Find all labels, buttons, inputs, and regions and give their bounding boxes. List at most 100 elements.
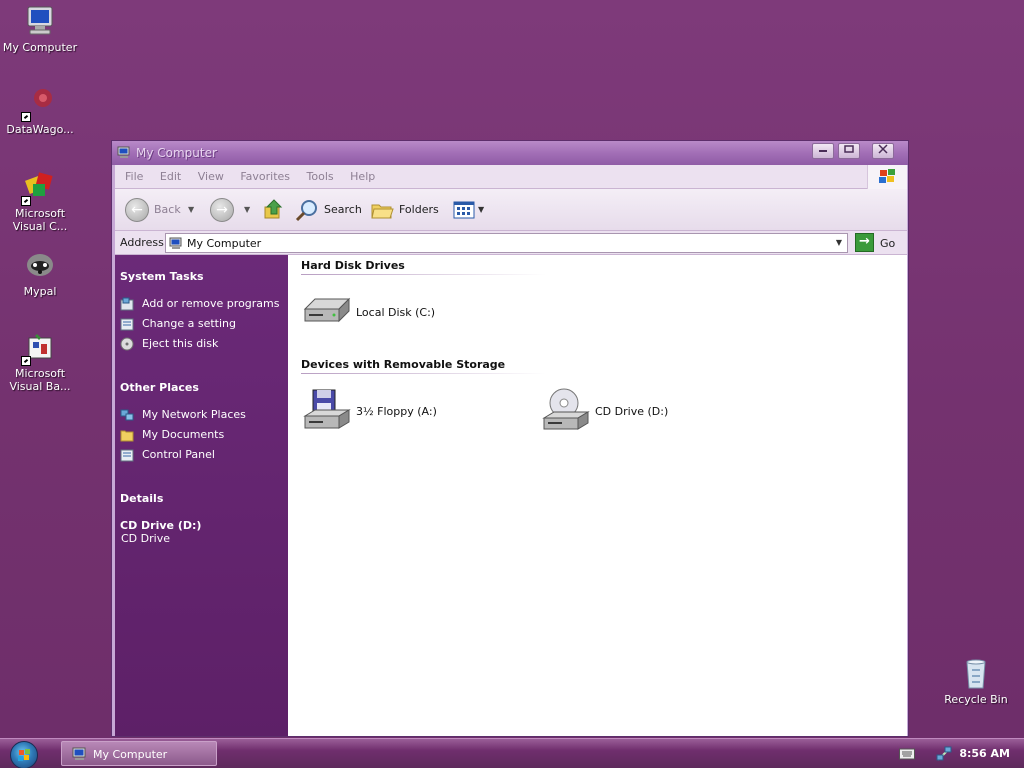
views-button[interactable]: ▼ <box>453 197 493 223</box>
forward-dropdown-icon[interactable]: ▼ <box>244 197 250 223</box>
maximize-button[interactable] <box>838 143 860 159</box>
drive-floppy-a[interactable]: 3½ Floppy (A:) <box>301 386 521 436</box>
menu-help[interactable]: Help <box>350 165 375 189</box>
visual-basic-icon <box>21 330 57 366</box>
windows-logo-icon <box>18 749 30 761</box>
desktop: My Computer DataWago... Microsoft Visual… <box>0 0 1024 738</box>
up-button[interactable] <box>263 197 289 223</box>
desktop-icon-label: Microsoft Visual C... <box>12 207 68 233</box>
cd-drive-icon <box>542 388 590 430</box>
menu-file[interactable]: File <box>125 165 143 189</box>
go-label: Go <box>880 237 896 250</box>
search-label: Search <box>324 203 362 216</box>
desktop-icon-label: DataWago... <box>6 123 74 136</box>
go-button[interactable]: → Go <box>855 233 905 253</box>
removable-section-title: Devices with Removable Storage <box>301 358 506 371</box>
desktop-icon-visual-c[interactable]: Microsoft Visual C... <box>0 170 80 233</box>
search-icon <box>295 200 317 222</box>
shortcut-arrow-icon <box>21 112 31 122</box>
datawagon-icon <box>21 86 57 122</box>
desktop-icon-datawagon[interactable]: DataWago... <box>0 86 80 136</box>
drive-cd-d[interactable]: CD Drive (D:) <box>540 386 760 436</box>
drive-label: CD Drive (D:) <box>595 405 669 418</box>
explorer-window: My Computer File Edit View Favorites Too… <box>111 140 909 737</box>
control-panel-icon <box>120 318 134 331</box>
menu-tools[interactable]: Tools <box>307 165 334 189</box>
eject-disk-icon <box>120 337 134 351</box>
network-places-icon <box>120 409 134 421</box>
desktop-icon-label: My Computer <box>2 41 78 54</box>
task-label: Change a setting <box>142 317 236 330</box>
place-label: Control Panel <box>142 448 215 461</box>
views-icon <box>453 201 475 219</box>
back-dropdown-icon[interactable]: ▼ <box>188 197 194 223</box>
address-dropdown-icon[interactable]: ▼ <box>833 237 845 249</box>
menu-edit[interactable]: Edit <box>160 165 181 189</box>
keyboard-icon[interactable] <box>899 748 915 760</box>
search-button[interactable]: Search <box>295 197 365 223</box>
shortcut-arrow-icon <box>21 356 31 366</box>
other-places-title[interactable]: Other Places <box>120 381 199 394</box>
content-area: Hard Disk Drives Local Disk (C:) Devices… <box>288 255 907 736</box>
details-title[interactable]: Details <box>120 492 163 505</box>
folders-icon <box>371 204 394 219</box>
menu-bar: File Edit View Favorites Tools Help <box>115 165 907 189</box>
details-type: CD Drive <box>121 532 170 545</box>
computer-icon <box>72 747 86 760</box>
back-button[interactable]: ← Back ▼ <box>125 197 205 223</box>
forward-button[interactable]: → ▼ <box>210 197 260 223</box>
go-arrow-icon: → <box>855 233 874 252</box>
drive-label: 3½ Floppy (A:) <box>356 405 437 418</box>
window-title: My Computer <box>136 146 217 160</box>
clock[interactable]: 8:56 AM <box>959 747 1010 760</box>
documents-folder-icon <box>120 430 134 442</box>
network-icon[interactable] <box>936 746 952 762</box>
visual-c-icon <box>21 170 57 206</box>
folders-label: Folders <box>399 203 439 216</box>
control-panel-icon <box>120 449 134 462</box>
recycle-bin-icon <box>959 656 993 690</box>
desktop-icon-label: Recycle Bin <box>944 693 1008 706</box>
taskbar-button-label: My Computer <box>93 748 168 761</box>
desktop-icon-mypal[interactable]: Mypal <box>0 248 80 298</box>
shortcut-arrow-icon <box>21 196 31 206</box>
folders-button[interactable]: Folders <box>370 197 445 223</box>
desktop-icon-my-computer[interactable]: My Computer <box>0 4 80 54</box>
menu-favorites[interactable]: Favorites <box>240 165 290 189</box>
task-pane: System Tasks Add or remove programs Chan… <box>115 255 288 736</box>
address-value: My Computer <box>187 237 262 250</box>
desktop-icon-visual-basic[interactable]: Microsoft Visual Ba... <box>0 330 80 393</box>
close-button[interactable] <box>872 143 894 159</box>
close-icon <box>878 144 888 154</box>
add-remove-programs-icon <box>120 297 134 311</box>
desktop-icon-label: Microsoft Visual Ba... <box>9 367 71 393</box>
minimize-icon <box>819 150 827 152</box>
task-label: Eject this disk <box>142 337 219 350</box>
system-tasks-title[interactable]: System Tasks <box>120 270 204 283</box>
taskbar-button-my-computer[interactable]: My Computer <box>61 741 217 766</box>
computer-icon <box>23 4 57 38</box>
views-dropdown-icon: ▼ <box>478 205 485 214</box>
floppy-drive-icon <box>303 389 351 429</box>
section-divider <box>301 274 546 275</box>
place-label: My Documents <box>142 428 225 441</box>
start-button[interactable] <box>10 741 38 768</box>
computer-icon <box>117 146 131 159</box>
system-tray: 8:56 AM <box>894 739 1024 768</box>
taskbar: My Computer 8:56 AM <box>0 738 1024 768</box>
address-bar: Address My Computer ▼ → Go <box>115 231 907 255</box>
drive-local-disk-c[interactable]: Local Disk (C:) <box>301 287 521 337</box>
details-name: CD Drive (D:) <box>120 519 202 532</box>
windows-logo-icon <box>867 165 907 189</box>
title-bar[interactable]: My Computer <box>112 141 908 165</box>
back-label: Back <box>154 203 181 216</box>
hard-disk-section-title: Hard Disk Drives <box>301 259 405 272</box>
menu-view[interactable]: View <box>198 165 224 189</box>
address-label: Address <box>120 236 164 249</box>
hard-disk-icon <box>303 297 351 323</box>
toolbar: ← Back ▼ → ▼ Search Folders ▼ <box>115 189 907 231</box>
desktop-icon-recycle-bin[interactable]: Recycle Bin <box>936 656 1016 706</box>
desktop-icon-label: Mypal <box>23 285 57 298</box>
address-input[interactable]: My Computer ▼ <box>165 233 848 253</box>
minimize-button[interactable] <box>812 143 834 159</box>
